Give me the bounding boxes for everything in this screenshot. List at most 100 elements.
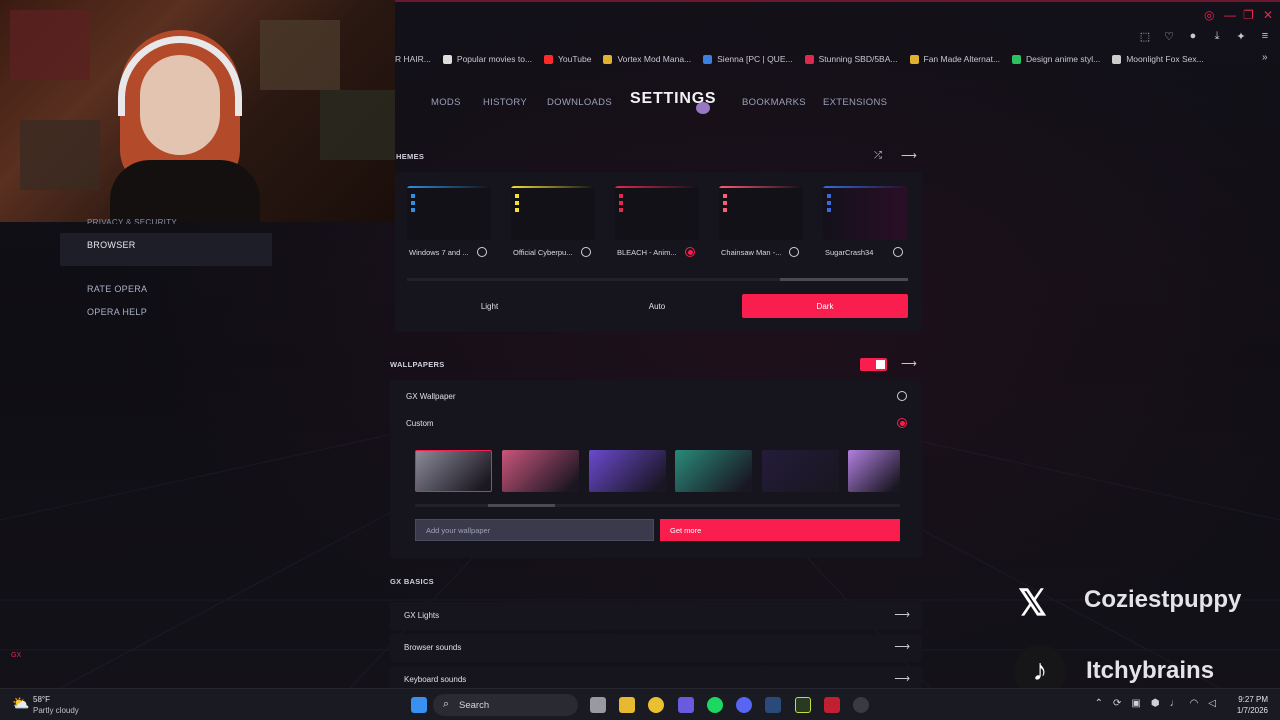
opera-gx-icon[interactable]: [824, 697, 840, 713]
bookmark-label: Stunning SBD/5BA...: [818, 54, 898, 64]
add-wallpaper-button[interactable]: Add your wallpaper: [415, 519, 654, 541]
wallpaper-thumbnail[interactable]: [502, 450, 579, 492]
opera-menu-icon[interactable]: ◎: [1204, 8, 1214, 22]
mode-auto-button[interactable]: Auto: [573, 294, 741, 318]
bookmark-item[interactable]: Popular movies to...: [442, 54, 532, 64]
bookmark-label: YouTube: [558, 54, 592, 64]
wallpaper-thumbnail[interactable]: [675, 450, 752, 492]
theme-name: BLEACH - Anim...: [617, 248, 677, 257]
sidebar-item-opera-help[interactable]: OPERA HELP: [87, 307, 147, 317]
taskbar-search-label: Search: [459, 699, 490, 711]
sidebar-item-rate-opera[interactable]: RATE OPERA: [87, 284, 147, 294]
taskbar-search[interactable]: ⌕ Search: [433, 694, 578, 716]
theme-card[interactable]: [823, 186, 907, 240]
tab-history[interactable]: HISTORY: [483, 97, 527, 108]
arrow-right-icon: ⟶: [894, 673, 910, 685]
get-more-button[interactable]: Get more: [660, 519, 900, 541]
profile-icon[interactable]: ●: [1186, 30, 1200, 43]
volume-icon[interactable]: ◁: [1208, 698, 1216, 709]
gx-basics-row[interactable]: Browser sounds ⟶: [390, 634, 922, 662]
theme-card[interactable]: [511, 186, 595, 240]
microphone-icon[interactable]: ♩: [1170, 698, 1180, 709]
tray-sync-icon[interactable]: ⟳: [1113, 698, 1121, 709]
tray-app-icon[interactable]: ▣: [1131, 698, 1140, 709]
wallpapers-toggle[interactable]: [860, 358, 887, 371]
gx-wallpaper-radio[interactable]: [897, 391, 907, 401]
obs-icon[interactable]: [795, 697, 811, 713]
gx-basics-row[interactable]: GX Lights ⟶: [390, 602, 922, 630]
weather-icon[interactable]: ⛅: [12, 695, 29, 712]
tab-mods[interactable]: MODS: [431, 97, 461, 108]
bookmark-item[interactable]: Fan Made Alternat...: [909, 54, 1001, 64]
discord-icon[interactable]: [736, 697, 752, 713]
tab-bookmarks[interactable]: BOOKMARKS: [742, 97, 806, 108]
custom-wallpaper-radio[interactable]: [897, 418, 907, 428]
page-icon: [442, 54, 452, 64]
bookmark-item[interactable]: YouTube: [544, 54, 591, 64]
wallpaper-thumbnail[interactable]: [848, 450, 900, 492]
wallpapers-arrow-icon[interactable]: ⟶: [901, 357, 917, 370]
mode-dark-button[interactable]: Dark: [742, 294, 908, 318]
bookmark-item[interactable]: Design anime styl...: [1012, 54, 1100, 64]
close-button[interactable]: ✕: [1263, 8, 1273, 22]
wallpaper-thumbnail[interactable]: [762, 450, 839, 492]
theme-radio[interactable]: [685, 247, 695, 257]
bookmark-item[interactable]: R HAIR...: [395, 54, 431, 64]
system-tray: ⌃ ⟳ ▣ ⬢ ♩ ◠ ◁: [1095, 698, 1216, 709]
theme-radio[interactable]: [477, 247, 487, 257]
sidebar-item-privacy[interactable]: PRIVACY & SECURITY: [87, 218, 177, 224]
mode-light-button[interactable]: Light: [406, 294, 573, 318]
bookmark-item[interactable]: Stunning SBD/5BA...: [804, 54, 898, 64]
tab-downloads[interactable]: DOWNLOADS: [547, 97, 612, 108]
settings-nav: MODS HISTORY DOWNLOADS SETTINGS BOOKMARK…: [395, 88, 955, 116]
minimize-button[interactable]: —: [1224, 8, 1236, 22]
tray-chevron-icon[interactable]: ⌃: [1095, 698, 1103, 709]
weather-temp[interactable]: 58°F: [33, 695, 50, 704]
maximize-button[interactable]: ❐: [1243, 8, 1254, 22]
wallpapers-scroll-thumb[interactable]: [488, 504, 555, 507]
custom-wallpaper-label: Custom: [406, 419, 434, 428]
weather-desc[interactable]: Partly cloudy: [33, 706, 79, 715]
themes-arrow-icon[interactable]: ⟶: [901, 149, 917, 162]
file-explorer-icon[interactable]: [619, 697, 635, 713]
menu-icon[interactable]: ≡: [1258, 30, 1272, 43]
themes-scroll-thumb[interactable]: [780, 278, 908, 281]
spotify-icon[interactable]: [707, 697, 723, 713]
download-icon[interactable]: ⤓: [1210, 30, 1224, 43]
bookmark-item[interactable]: Vortex Mod Mana...: [603, 54, 691, 64]
theme-card[interactable]: [719, 186, 803, 240]
wallpaper-thumbnail[interactable]: [589, 450, 666, 492]
wallpaper-thumbnail[interactable]: [415, 450, 492, 492]
tab-extensions[interactable]: EXTENSIONS: [823, 97, 887, 108]
settings-icon[interactable]: [853, 697, 869, 713]
start-icon[interactable]: [411, 697, 427, 713]
top-accent-line: [395, 0, 1280, 2]
snapshot-icon[interactable]: ⬚: [1138, 30, 1152, 43]
wallpapers-title: WALLPAPERS: [390, 360, 445, 369]
arrow-right-icon: ⟶: [894, 609, 910, 621]
theme-card[interactable]: [615, 186, 699, 240]
shuffle-icon[interactable]: ⤮: [874, 150, 882, 161]
clock[interactable]: 9:27 PM 1/7/2026: [1237, 694, 1268, 716]
theme-radio[interactable]: [581, 247, 591, 257]
webcam-overlay: [0, 0, 395, 222]
theme-radio[interactable]: [789, 247, 799, 257]
chrome-icon[interactable]: [648, 697, 664, 713]
theme-name: SugarCrash34: [825, 248, 874, 257]
ai-icon[interactable]: ✦: [1234, 30, 1248, 43]
steam-icon[interactable]: [765, 697, 781, 713]
copilot-icon[interactable]: [678, 697, 694, 713]
tray-shield-icon[interactable]: ⬢: [1151, 698, 1160, 709]
mouse-cursor: [696, 102, 710, 114]
bookmark-label: Fan Made Alternat...: [923, 54, 1001, 64]
heart-icon[interactable]: ♡: [1162, 30, 1176, 43]
bookmark-item[interactable]: Sienna [PC | QUE...: [703, 54, 793, 64]
theme-card[interactable]: [407, 186, 491, 240]
bookmarks-overflow-icon[interactable]: »: [1262, 52, 1268, 63]
wifi-icon[interactable]: ◠: [1190, 698, 1199, 709]
sidebar-item-browser[interactable]: BROWSER: [87, 240, 136, 250]
theme-radio[interactable]: [893, 247, 903, 257]
task-view-icon[interactable]: [590, 697, 606, 713]
shield-icon: [703, 54, 713, 64]
bookmark-item[interactable]: Moonlight Fox Sex...: [1112, 54, 1204, 64]
